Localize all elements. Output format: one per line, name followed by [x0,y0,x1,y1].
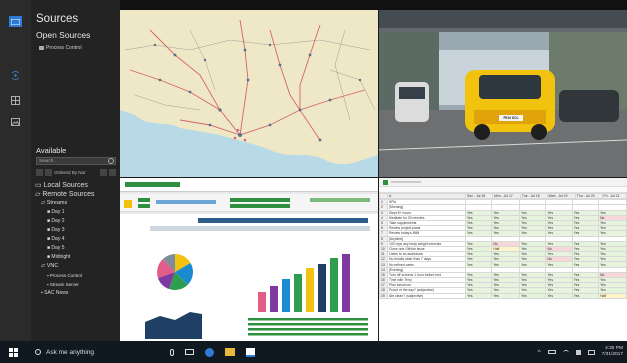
dashboard-ribbon [120,194,378,212]
sheet-toolbar [379,178,627,187]
viewer-top-bar [120,0,627,10]
tree-item[interactable]: ▪ Stream Server [34,280,119,289]
sheet-cell[interactable]: Half [598,292,627,299]
sources-panel: Sources Open Sources Process Control Ava… [31,0,120,341]
tree-item[interactable]: ■ Midnight [34,253,119,262]
search-box-text: Ask me anything [46,348,95,356]
sheet-cell[interactable]: Yes [464,292,493,299]
sort-direction-button[interactable] [100,168,107,176]
dashboard-header [120,178,378,192]
tree-item[interactable]: ■ Day 3 [34,226,119,235]
navigation-rail [0,0,31,341]
start-button[interactable] [0,341,26,363]
header-row: A Sun - Jul 16 Mon - Jul 17 Tue - Jul 18… [379,192,627,200]
tree-item[interactable]: ▪ SAC News [34,289,119,298]
image-icon[interactable] [9,116,22,127]
source-tree: ▭ Local Sources ▱ Remote Sources ▱ Strea… [34,181,119,298]
license-plate: FE10 DCL [503,116,519,120]
tree-item[interactable]: ▱ Remote Sources [34,190,119,199]
task-view-icon[interactable] [185,349,194,355]
habit-tracker-spreadsheet[interactable]: A Sun - Jul 16 Mon - Jul 17 Tue - Jul 18… [379,178,627,341]
sources-icon[interactable] [9,16,22,27]
row-label[interactable]: Ate clean? (subjective) [387,292,466,299]
panel-title: Sources [36,13,79,25]
pinned-apps [170,347,255,357]
open-source-label: Process Control [46,45,82,51]
chevron-up-icon[interactable]: ^ [538,349,541,356]
sheet-row: 19 Ate clean? (subjective) Yes Yes Yes Yes Yes… [379,292,627,299]
tree-item[interactable]: ■ Day 2 [34,217,119,226]
filter-button[interactable] [109,168,116,176]
sheet-cell[interactable]: Yes [571,292,600,299]
system-tray: ^ 4:35 PM 7/31/2017 [538,341,623,363]
windows-icon [8,347,18,357]
sheet-cell[interactable]: Yes [491,292,521,299]
tree-item[interactable]: ■ Day 1 [34,208,119,217]
broadcast-icon[interactable] [9,70,22,81]
dashboard-body [120,214,378,341]
tree-item[interactable]: ■ Day 4 [34,235,119,244]
map-view[interactable] [120,10,378,177]
edge-icon[interactable] [205,347,214,357]
tree-item[interactable]: ▱ VNC [34,262,119,271]
app-window: Sources Open Sources Process Control Ava… [0,0,627,341]
sheet-cell[interactable]: Yes [545,292,573,299]
folder-icon: ▭ [35,182,44,189]
search-input[interactable]: Search... [36,157,116,165]
open-source-item[interactable]: Process Control [39,45,82,51]
dashboard-logo-bar [125,182,180,187]
tree-item[interactable]: ▪ Process Control [34,271,119,280]
layout-grid-icon[interactable] [9,95,22,106]
available-heading: Available [36,146,67,155]
dashboard-charts [145,254,368,339]
street-scene [379,10,627,177]
back-button[interactable] [36,168,43,176]
file-explorer-icon[interactable] [225,348,235,356]
remote-desktop-dashboard[interactable] [120,178,378,341]
sheet-body: 1 KPIs 2 [Morning] 3 Slept 8+ hours Yes Yes Yes Y… [379,199,627,299]
battery-icon[interactable] [547,350,556,354]
tree-item[interactable]: ■ Day 5 [34,244,119,253]
camera-feed-street[interactable]: FE10 DCL [379,10,627,177]
taskbar: Ask me anything ^ 4:35 PM 7/31/2017 [0,341,627,363]
sort-dropdown[interactable]: Ordered By Nar [54,170,98,175]
collapse-button[interactable] [45,168,52,176]
map-graphic [120,10,378,177]
list-toolbar: Ordered By Nar [36,168,116,176]
tree-item[interactable]: ▱ Streams [34,199,119,208]
cortana-icon [35,349,41,355]
row-number: 19 [379,292,388,299]
store-icon[interactable] [246,347,255,357]
search-icon[interactable] [108,158,114,164]
open-sources-heading: Open Sources [36,30,91,40]
volume-icon[interactable] [575,349,581,355]
search-box[interactable]: Ask me anything [26,341,156,363]
wifi-icon[interactable] [562,349,569,355]
notifications-icon[interactable] [587,349,595,355]
microphone-icon[interactable] [170,348,174,356]
clock[interactable]: 4:35 PM 7/31/2017 [602,346,623,358]
monitor-icon [39,46,44,50]
tree-item[interactable]: ▭ Local Sources [34,181,119,190]
sheet-cell[interactable]: Yes [519,292,547,299]
